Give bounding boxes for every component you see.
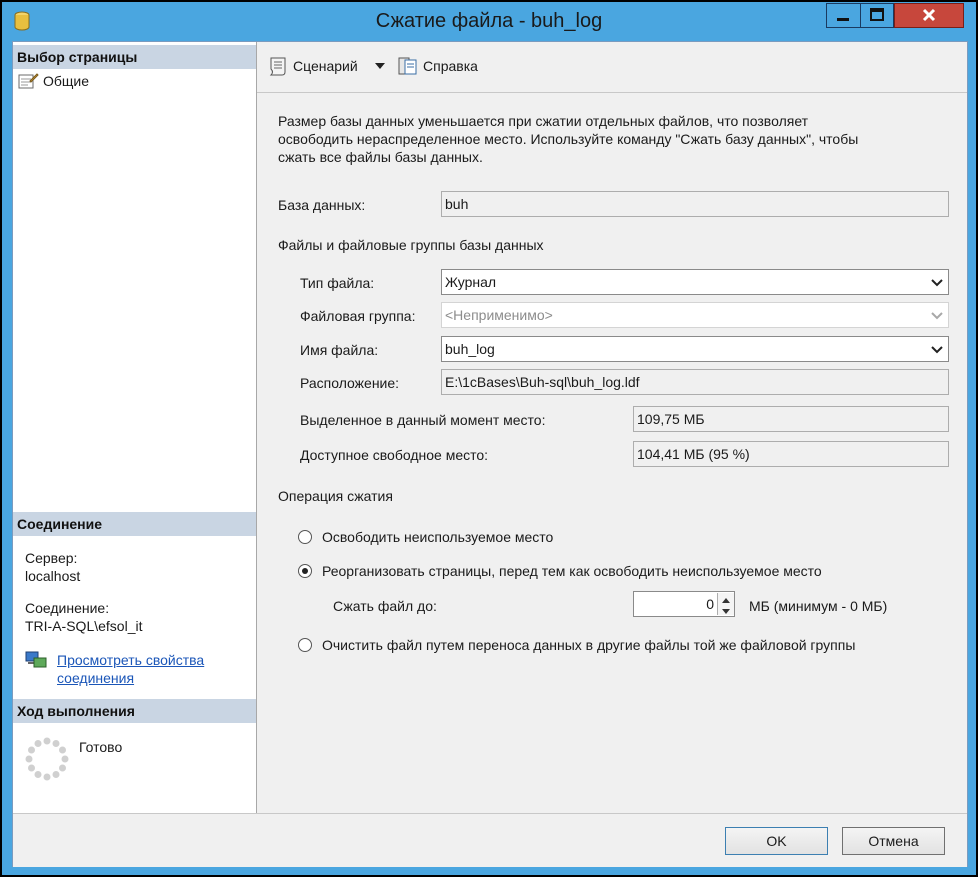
allocated-field: 109,75 МБ xyxy=(633,406,949,432)
left-pane: Выбор страницы Общие Соединение Сервер: … xyxy=(13,42,257,813)
minimize-icon xyxy=(837,18,849,21)
link-line-1: Просмотреть свойства xyxy=(57,652,205,668)
filegroup-select: <Неприменимо> xyxy=(441,302,949,328)
description-text: Размер базы данных уменьшается при сжати… xyxy=(278,112,858,166)
spin-up-button[interactable] xyxy=(717,593,734,604)
free-space-label: Доступное свободное место: xyxy=(300,447,489,463)
file-name-value: buh_log xyxy=(445,341,495,357)
script-dropdown-arrow-icon[interactable] xyxy=(375,63,385,69)
script-icon xyxy=(269,57,286,76)
maximize-icon xyxy=(870,8,884,21)
description-line-1: Размер базы данных уменьшается при сжати… xyxy=(278,113,809,129)
description-line-2: освободить нераспределенное место. Испол… xyxy=(278,131,859,147)
files-group-label: Файлы и файловые группы базы данных xyxy=(278,237,544,253)
toolbar: Сценарий Справка xyxy=(257,42,967,93)
maximize-button[interactable] xyxy=(860,3,894,28)
dialog-footer: OK Отмена xyxy=(13,813,967,867)
connection-properties-icon xyxy=(25,651,47,668)
help-label: Справка xyxy=(423,58,478,74)
select-page-header: Выбор страницы xyxy=(13,45,256,69)
progress-header: Ход выполнения xyxy=(13,699,256,723)
connection-label: Соединение: xyxy=(25,600,110,616)
option-empty-radio[interactable] xyxy=(298,638,312,652)
database-label: База данных: xyxy=(278,197,366,213)
option-reorganize-radio[interactable] xyxy=(298,564,312,578)
view-connection-properties-link[interactable]: Просмотреть свойства соединения xyxy=(57,651,204,687)
help-icon xyxy=(398,57,417,75)
free-space-field: 104,41 МБ (95 %) xyxy=(633,441,949,467)
database-field: buh xyxy=(441,191,949,217)
cancel-button[interactable]: Отмена xyxy=(842,827,945,855)
title-bar[interactable]: Сжатие файла - buh_log xyxy=(2,2,976,40)
option-reorganize-label[interactable]: Реорганизовать страницы, перед тем как о… xyxy=(322,563,822,579)
shrink-to-unit: МБ (минимум - 0 МБ) xyxy=(749,598,888,614)
server-value: localhost xyxy=(25,568,81,584)
file-type-label: Тип файла: xyxy=(300,275,375,291)
file-type-select[interactable]: Журнал xyxy=(441,269,949,295)
option-release-label[interactable]: Освободить неиспользуемое место xyxy=(322,529,553,545)
option-release-radio[interactable] xyxy=(298,530,312,544)
script-label: Сценарий xyxy=(293,58,358,74)
help-button[interactable]: Справка xyxy=(397,56,478,76)
location-field: E:\1cBases\Buh-sql\buh_log.ldf xyxy=(441,369,949,395)
connection-value: TRI-A-SQL\efsol_it xyxy=(25,618,143,634)
properties-page-icon xyxy=(18,73,39,89)
link-line-2: соединения xyxy=(57,670,135,686)
file-name-label: Имя файла: xyxy=(300,342,379,358)
ok-button[interactable]: OK xyxy=(725,827,828,855)
filegroup-value: <Неприменимо> xyxy=(445,307,553,323)
filegroup-label: Файловая группа: xyxy=(300,308,416,324)
shrink-to-spinbox[interactable]: 0 xyxy=(633,591,735,617)
file-type-value: Журнал xyxy=(445,274,497,290)
progress-status: Готово xyxy=(79,739,123,755)
shrink-to-label: Сжать файл до: xyxy=(333,598,437,614)
location-label: Расположение: xyxy=(300,375,400,391)
description-line-3: сжать все файлы базы данных. xyxy=(278,149,483,165)
shrink-to-value[interactable]: 0 xyxy=(706,596,714,612)
server-label: Сервер: xyxy=(25,550,78,566)
page-item-general[interactable]: Общие xyxy=(17,70,89,92)
chevron-down-icon xyxy=(931,346,943,354)
general-page-content: Размер базы данных уменьшается при сжати… xyxy=(257,93,967,813)
spinner-icon xyxy=(25,737,69,781)
allocated-label: Выделенное в данный момент место: xyxy=(300,412,546,428)
chevron-down-icon xyxy=(931,279,943,287)
arrow-down-icon xyxy=(722,609,730,614)
close-button[interactable] xyxy=(894,3,964,28)
close-icon xyxy=(922,8,936,22)
minimize-button[interactable] xyxy=(826,3,860,28)
dialog-client-area: Выбор страницы Общие Соединение Сервер: … xyxy=(12,41,968,867)
script-button[interactable]: Сценарий xyxy=(267,56,358,76)
file-name-select[interactable]: buh_log xyxy=(441,336,949,362)
chevron-down-icon xyxy=(931,312,943,320)
option-empty-label[interactable]: Очистить файл путем переноса данных в др… xyxy=(322,637,855,653)
dialog-window: Сжатие файла - buh_log Выбор страницы Об… xyxy=(2,2,976,875)
shrink-operation-label: Операция сжатия xyxy=(278,488,393,504)
page-item-general-label: Общие xyxy=(43,73,90,89)
spin-down-button[interactable] xyxy=(717,604,734,615)
connection-header: Соединение xyxy=(13,512,256,536)
